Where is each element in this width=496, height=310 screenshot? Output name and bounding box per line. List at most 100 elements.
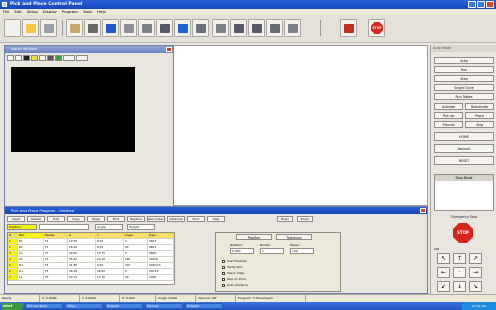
height-field[interactable]: Height xyxy=(127,224,155,230)
verify-part-checkbox[interactable]: Verify Part xyxy=(222,265,242,269)
board-button[interactable] xyxy=(102,19,119,37)
position-field[interactable]: Position xyxy=(7,224,37,230)
column-header[interactable]: # xyxy=(8,233,18,238)
step-button[interactable]: Step xyxy=(434,75,494,82)
tab-tolerance[interactable]: Tolerance xyxy=(276,234,312,240)
speed-input[interactable]: 100 xyxy=(290,248,314,254)
camera-live-icon[interactable] xyxy=(23,55,30,61)
copy-button[interactable]: Copy xyxy=(67,216,85,222)
pick-up-button[interactable]: Pick Up xyxy=(434,112,463,119)
tab-position[interactable]: Position xyxy=(236,234,272,240)
task-program[interactable]: Program xyxy=(105,303,143,309)
task-pick-and-place[interactable]: Pick and Place xyxy=(25,303,63,309)
camera-settings-icon[interactable] xyxy=(63,55,75,61)
placement-button[interactable] xyxy=(192,19,209,37)
jog-down-left-icon[interactable]: ↙ xyxy=(437,281,450,292)
column-header[interactable]: Y xyxy=(96,233,124,238)
feeder-button[interactable] xyxy=(66,19,83,37)
replace-button[interactable]: Replace xyxy=(127,216,145,222)
skip-button[interactable]: Skip xyxy=(465,121,494,128)
camera-crosshair-icon[interactable] xyxy=(39,55,46,61)
vision-button[interactable] xyxy=(174,19,191,37)
auto-button[interactable]: Auto xyxy=(434,57,494,64)
step-mode-list[interactable]: Step Mode xyxy=(434,174,494,211)
column-header[interactable]: Part xyxy=(18,233,44,238)
use-fiducials-checkbox[interactable]: Use Fiducials xyxy=(222,259,246,263)
angle-field[interactable]: Angle xyxy=(95,224,123,230)
reset-button[interactable]: RESET xyxy=(434,156,494,165)
vacuum-button[interactable]: Vacuum xyxy=(434,144,494,153)
wrench-button[interactable] xyxy=(266,19,283,37)
column-header[interactable]: Angle xyxy=(124,233,148,238)
find-button[interactable]: Find xyxy=(107,216,125,222)
minimize-button[interactable] xyxy=(468,1,476,8)
delete-button[interactable]: Delete xyxy=(27,216,45,222)
camera-close-button[interactable] xyxy=(166,47,172,52)
start-button[interactable]: start xyxy=(1,302,23,310)
phone-button[interactable] xyxy=(284,19,301,37)
column-header[interactable]: Feeder xyxy=(44,233,68,238)
maximize-button[interactable] xyxy=(477,1,485,8)
jog-left-icon[interactable]: ← xyxy=(437,267,450,278)
camera-zoom-out-icon[interactable] xyxy=(15,55,22,61)
table-row[interactable]: 7 L1 F6 50.10 12.40 90 1206 xyxy=(8,275,174,281)
insert-button[interactable]: Insert xyxy=(7,216,25,222)
paste-button[interactable]: Paste xyxy=(87,216,105,222)
camera-calibrate-icon[interactable] xyxy=(55,55,62,61)
tray-button[interactable] xyxy=(138,19,155,37)
task-explorer[interactable]: Explorer xyxy=(145,303,183,309)
camera-zoom-in-icon[interactable] xyxy=(7,55,14,61)
vision-align-checkbox[interactable]: Vision Align xyxy=(222,271,244,275)
jog-right-icon[interactable]: → xyxy=(469,267,482,278)
activate-button[interactable]: Activate xyxy=(434,103,463,110)
deactivate-button[interactable]: Deactivate xyxy=(465,103,494,110)
fiducial-button[interactable]: Fiducial xyxy=(434,121,463,128)
camera-button[interactable] xyxy=(84,19,101,37)
camera-snapshot-icon[interactable] xyxy=(76,55,88,61)
jog-up-left-icon[interactable]: ↖ xyxy=(437,253,450,264)
optimize-button[interactable]: Optimize xyxy=(167,216,185,222)
stop-button[interactable]: STOP xyxy=(368,19,385,37)
rows-button[interactable]: Rows xyxy=(277,216,293,222)
place-button[interactable]: Place xyxy=(465,112,494,119)
jog-up-right-icon[interactable]: ↗ xyxy=(469,253,482,264)
jog-down-right-icon[interactable]: ↘ xyxy=(469,281,482,292)
skip-on-error-checkbox[interactable]: Skip on Error xyxy=(222,277,246,281)
run-tables-button[interactable]: Run Tables xyxy=(434,93,494,100)
rotation-input[interactable]: 0.000 xyxy=(230,248,254,254)
close-button[interactable] xyxy=(486,1,494,8)
board-icon xyxy=(106,24,116,33)
home-button[interactable] xyxy=(340,19,357,37)
camera-view[interactable] xyxy=(11,67,135,152)
jog-center-icon[interactable]: · xyxy=(453,267,466,278)
task-vision[interactable]: Vision xyxy=(65,303,103,309)
nozzle-button[interactable] xyxy=(120,19,137,37)
single-cycle-button[interactable]: Single Cycle xyxy=(434,84,494,91)
machine-button[interactable] xyxy=(40,19,57,37)
task-notepad[interactable]: Notepad xyxy=(185,303,223,309)
column-header[interactable]: Type xyxy=(148,233,174,238)
pick-button[interactable] xyxy=(156,19,173,37)
value-field[interactable] xyxy=(39,224,89,230)
calibrate-button[interactable] xyxy=(212,19,229,37)
emergency-stop-icon[interactable]: STOP xyxy=(453,223,473,243)
tool-change-button[interactable] xyxy=(248,19,265,37)
program-close-button[interactable] xyxy=(420,208,426,213)
jog-up-icon[interactable]: ↑ xyxy=(453,253,466,264)
conveyor-button[interactable] xyxy=(230,19,247,37)
print-button[interactable]: Print xyxy=(187,216,205,222)
new-file-button[interactable] xyxy=(4,19,21,37)
camera-light-icon[interactable] xyxy=(31,55,38,61)
auto-advance-checkbox[interactable]: Auto Advance xyxy=(222,283,248,287)
renumber-button[interactable]: Renumber xyxy=(147,216,165,222)
nozzle-select[interactable]: 1 xyxy=(260,248,284,254)
jog-down-icon[interactable]: ↓ xyxy=(453,281,466,292)
camera-capture-icon[interactable] xyxy=(47,55,54,61)
edit-button[interactable]: Edit xyxy=(47,216,65,222)
home-button[interactable]: HOME xyxy=(434,132,494,141)
run-button[interactable]: Run xyxy=(434,66,494,73)
zoom-button[interactable]: Zoom xyxy=(297,216,313,222)
column-header[interactable]: X xyxy=(68,233,96,238)
open-folder-button[interactable] xyxy=(22,19,39,37)
help-button[interactable]: Help xyxy=(207,216,225,222)
